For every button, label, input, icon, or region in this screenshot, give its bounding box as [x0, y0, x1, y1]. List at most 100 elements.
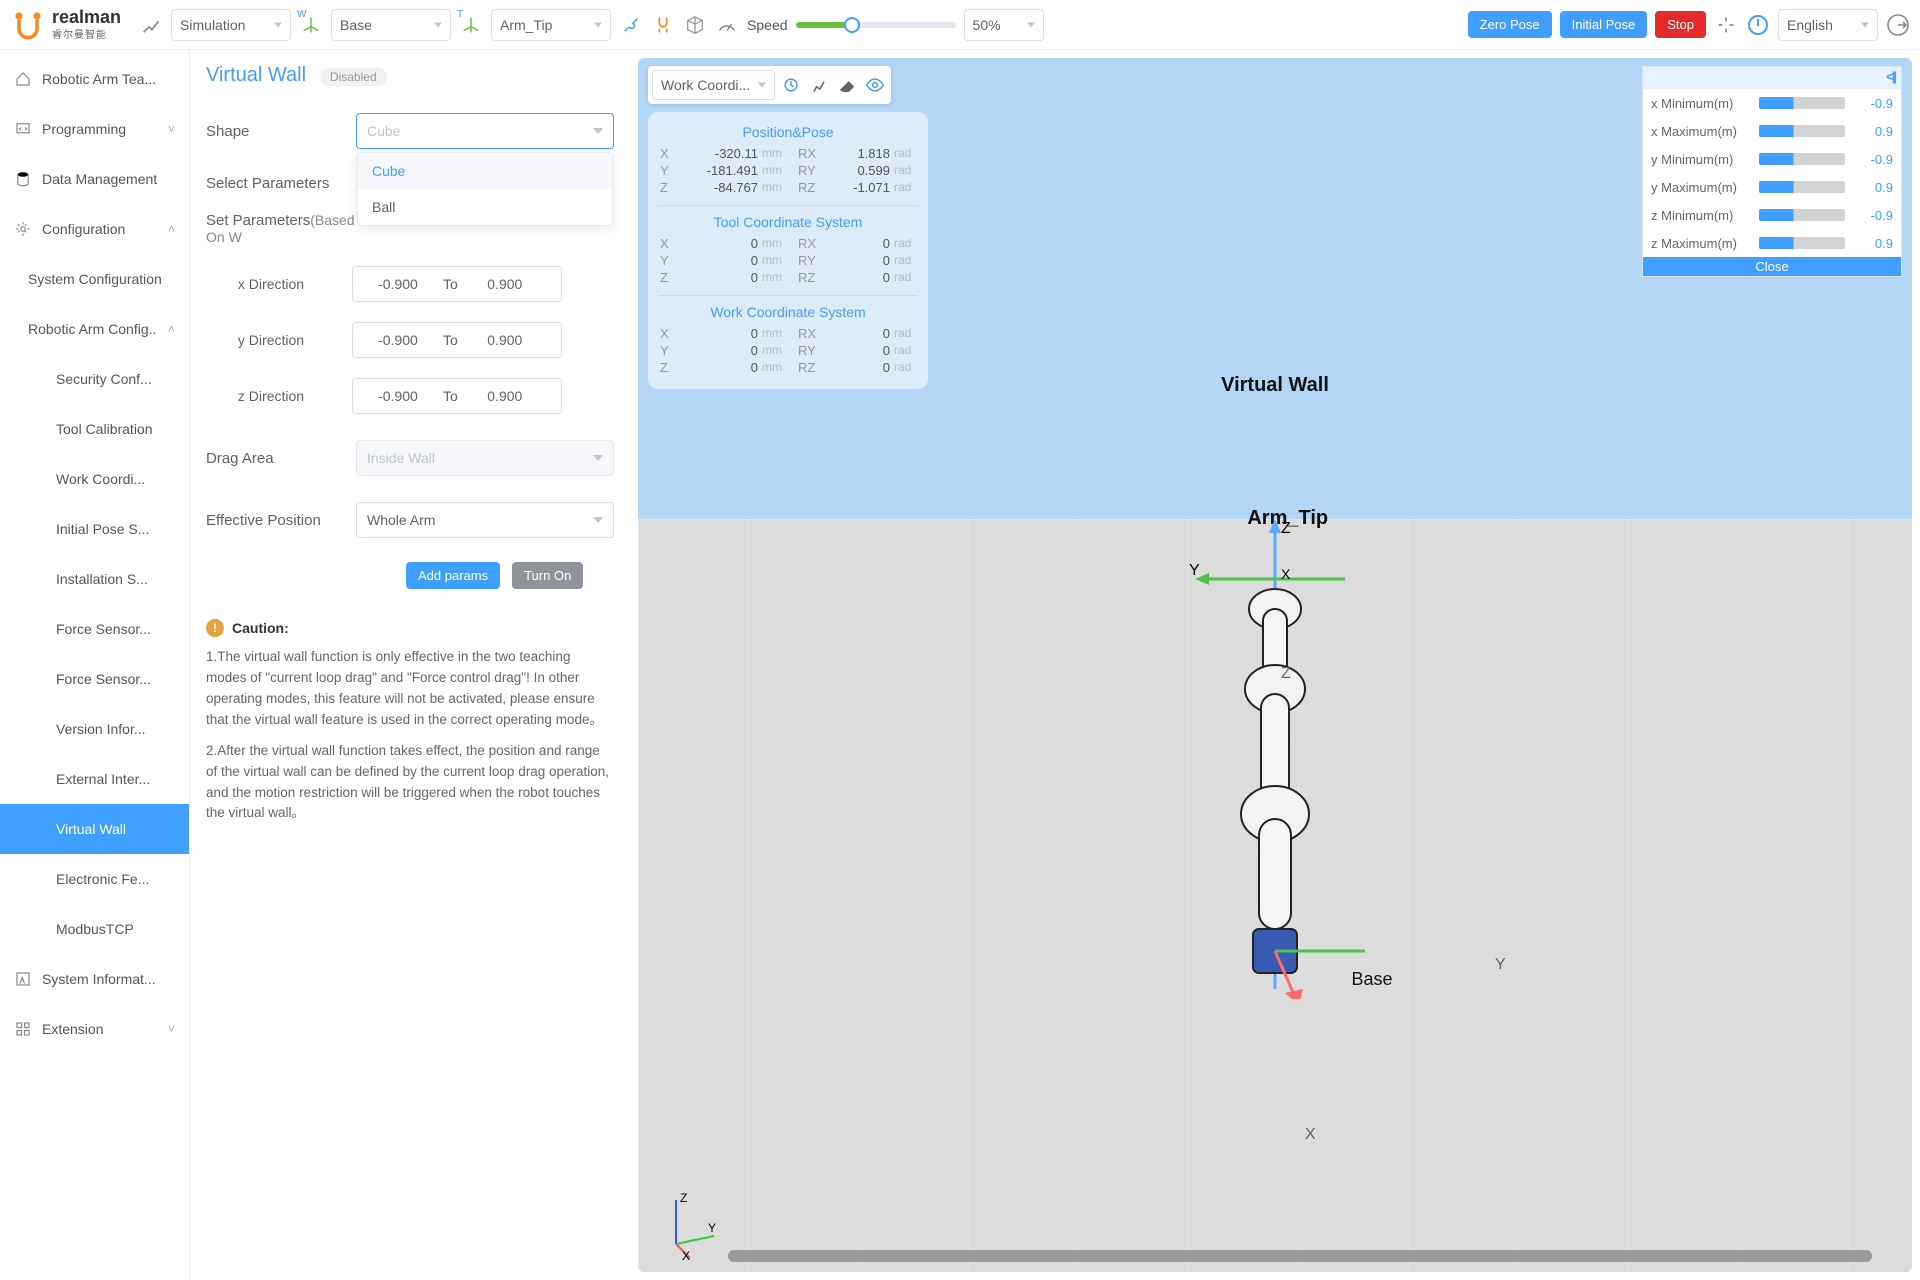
- axis-gizmo[interactable]: Z Y X: [660, 1190, 720, 1260]
- limit-slider[interactable]: [1759, 97, 1845, 109]
- limits-close-button[interactable]: Close: [1643, 257, 1901, 276]
- chevron-up-icon: ˄: [168, 322, 175, 336]
- chevron-down-icon: ˅: [168, 1022, 175, 1036]
- svg-text:X: X: [682, 1249, 690, 1260]
- position-pose-title: Position&Pose: [648, 118, 928, 146]
- caution-block: !Caution: 1.The virtual wall function is…: [206, 619, 614, 824]
- collapse-icon[interactable]: <||: [1886, 69, 1895, 84]
- limit-slider[interactable]: [1759, 237, 1845, 249]
- stop-button[interactable]: Stop: [1655, 11, 1706, 38]
- caution-text-2: 2.After the virtual wall function takes …: [206, 741, 614, 825]
- brand-name: realman: [52, 8, 121, 26]
- cube-icon[interactable]: [683, 13, 707, 37]
- vp-eraser-icon[interactable]: [835, 73, 859, 97]
- effective-position-select[interactable]: Whole Arm: [356, 502, 614, 538]
- warning-icon: !: [206, 619, 224, 637]
- limits-panel: <|| x Minimum(m)-0.9 x Maximum(m)0.9 y M…: [1642, 66, 1902, 277]
- x-range-input[interactable]: To: [352, 266, 562, 302]
- add-params-button[interactable]: Add params: [406, 562, 500, 589]
- initial-pose-button[interactable]: Initial Pose: [1560, 11, 1648, 38]
- topbar: realman 睿尔曼智能 Simulation W Base T Arm_Ti…: [0, 0, 1920, 50]
- vp-reset-view-icon[interactable]: [779, 73, 803, 97]
- speed-icon: [715, 13, 739, 37]
- frame-t-icon: T: [459, 13, 483, 37]
- speed-slider[interactable]: [796, 22, 956, 28]
- zero-pose-button[interactable]: Zero Pose: [1468, 11, 1552, 38]
- svg-text:Z: Z: [1281, 520, 1291, 537]
- tool-frame-select[interactable]: Arm_Tip: [491, 9, 611, 41]
- limit-slider[interactable]: [1759, 153, 1845, 165]
- nav-external-interface[interactable]: External Inter...: [0, 754, 189, 804]
- y-direction-label: y Direction: [206, 332, 336, 348]
- nav-data-management[interactable]: Data Management: [0, 154, 189, 204]
- target-icon[interactable]: [1714, 13, 1738, 37]
- z-range-input[interactable]: To: [352, 378, 562, 414]
- vp-coord-select[interactable]: Work Coordi...: [652, 70, 775, 100]
- nav-initial-pose[interactable]: Initial Pose S...: [0, 504, 189, 554]
- nav-force-sensor-1[interactable]: Force Sensor...: [0, 604, 189, 654]
- frame-w-icon: W: [299, 13, 323, 37]
- mode-select[interactable]: Simulation: [171, 9, 291, 41]
- svg-text:X: X: [1281, 566, 1291, 582]
- nav-virtual-wall[interactable]: Virtual Wall: [0, 804, 189, 854]
- scene-label-vw: Virtual Wall: [1221, 374, 1329, 397]
- brand-sub: 睿尔曼智能: [52, 26, 121, 41]
- viewport-3d[interactable]: Work Coordi... Position&Pose X-320.11mmR…: [630, 50, 1920, 1280]
- work-coord-title: Work Coordinate System: [648, 298, 928, 326]
- svg-text:Z: Z: [680, 1191, 687, 1205]
- shape-option-cube[interactable]: Cube: [358, 153, 612, 189]
- robot-mode-icon[interactable]: [139, 13, 163, 37]
- shape-label: Shape: [206, 123, 356, 140]
- nav-modbus-tcp[interactable]: ModbusTCP: [0, 904, 189, 954]
- tool-coord-title: Tool Coordinate System: [648, 208, 928, 236]
- settings-panel: Virtual Wall Disabled Shape Cube Cube Ba…: [190, 50, 630, 1280]
- language-select[interactable]: English: [1778, 9, 1878, 41]
- nav-system-info[interactable]: System Informat...: [0, 954, 189, 1004]
- power-icon[interactable]: [1746, 13, 1770, 37]
- shape-select[interactable]: Cube Cube Ball: [356, 113, 614, 149]
- logo: realman 睿尔曼智能: [10, 7, 121, 43]
- chevron-down-icon: ˅: [168, 122, 175, 136]
- x-direction-label: x Direction: [206, 276, 336, 292]
- caution-text-1: 1.The virtual wall function is only effe…: [206, 647, 614, 731]
- nav-extension[interactable]: Extension˅: [0, 1004, 189, 1054]
- nav-version-info[interactable]: Version Infor...: [0, 704, 189, 754]
- base-frame-select[interactable]: Base: [331, 9, 451, 41]
- nav-tool-calibration[interactable]: Tool Calibration: [0, 404, 189, 454]
- nav-installation[interactable]: Installation S...: [0, 554, 189, 604]
- nav-configuration[interactable]: Configuration˄: [0, 204, 189, 254]
- shape-option-ball[interactable]: Ball: [358, 189, 612, 225]
- link-icon[interactable]: [651, 13, 675, 37]
- viewport-scrollbar[interactable]: [728, 1250, 1872, 1262]
- nav-electronic-fence[interactable]: Electronic Fe...: [0, 854, 189, 904]
- robot-arm-render: Z Y X: [1185, 519, 1365, 999]
- effective-position-label: Effective Position: [206, 512, 356, 529]
- sidebar: Robotic Arm Tea... Programming˅ Data Man…: [0, 50, 190, 1280]
- tool-icon-1[interactable]: [619, 13, 643, 37]
- nav-robotic-arm-teach[interactable]: Robotic Arm Tea...: [0, 54, 189, 104]
- logout-icon[interactable]: [1886, 13, 1910, 37]
- speed-value-select[interactable]: 50%: [964, 9, 1044, 41]
- limit-slider[interactable]: [1759, 125, 1845, 137]
- nav-security-config[interactable]: Security Conf...: [0, 354, 189, 404]
- select-params-label: Select Parameters: [206, 175, 356, 192]
- turn-on-button[interactable]: Turn On: [512, 562, 583, 589]
- coordinate-info-card: Position&Pose X-320.11mmRX1.818rad Y-181…: [648, 112, 928, 389]
- nav-system-config[interactable]: System Configuration: [0, 254, 189, 304]
- shape-dropdown: Cube Ball: [357, 152, 613, 226]
- vp-robot-icon[interactable]: [807, 73, 831, 97]
- vp-eye-icon[interactable]: [863, 73, 887, 97]
- viewport-toolbar: Work Coordi...: [648, 66, 891, 104]
- limit-slider[interactable]: [1759, 181, 1845, 193]
- nav-work-coordinate[interactable]: Work Coordi...: [0, 454, 189, 504]
- y-range-input[interactable]: To: [352, 322, 562, 358]
- svg-text:Y: Y: [708, 1221, 716, 1235]
- logo-icon: [10, 7, 46, 43]
- nav-programming[interactable]: Programming˅: [0, 104, 189, 154]
- drag-area-select: Inside Wall: [356, 440, 614, 476]
- speed-label: Speed: [747, 17, 787, 33]
- drag-area-label: Drag Area: [206, 450, 356, 467]
- nav-arm-config[interactable]: Robotic Arm Config..˄: [0, 304, 189, 354]
- nav-force-sensor-2[interactable]: Force Sensor...: [0, 654, 189, 704]
- limit-slider[interactable]: [1759, 209, 1845, 221]
